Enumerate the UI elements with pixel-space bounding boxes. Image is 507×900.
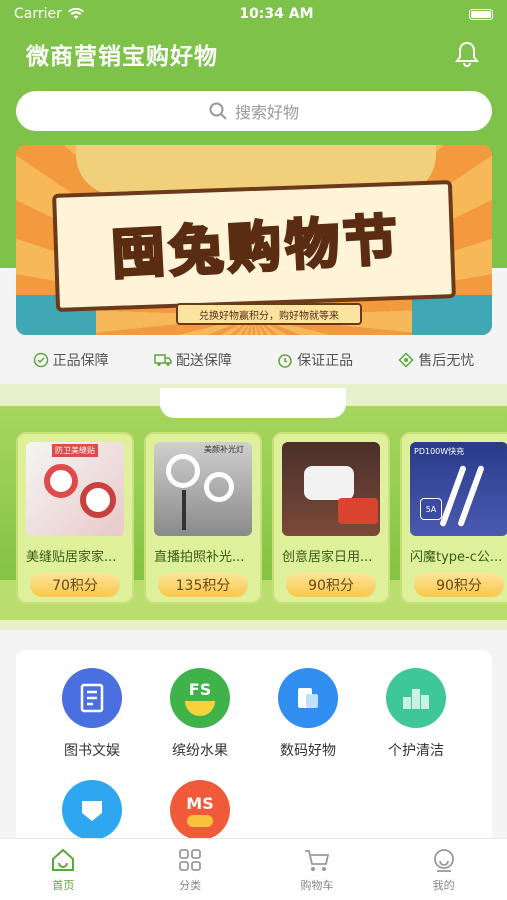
- product-name: 美缝贴居家家...: [26, 550, 117, 565]
- book-icon: [62, 668, 122, 728]
- truck-icon: [154, 354, 172, 366]
- battery-icon: [468, 8, 493, 20]
- banner-subtitle: 兑换好物赢积分，购好物就等来: [176, 303, 362, 325]
- product-name: 直播拍照补光...: [154, 550, 245, 565]
- status-time: 10:34 AM: [239, 6, 314, 22]
- status-bar: Carrier 10:34 AM: [0, 0, 507, 28]
- guarantee-label: 正品保障: [52, 353, 109, 369]
- promo-banner[interactable]: 囤兔购物节 兑换好物赢积分，购好物就等来: [16, 145, 492, 335]
- product-price[interactable]: 90积分: [286, 573, 376, 597]
- product-image: PD100W快充 5A: [410, 442, 507, 536]
- tab-profile[interactable]: 我的: [380, 839, 507, 900]
- shield-icon: [33, 352, 48, 368]
- wifi-icon: [67, 8, 84, 19]
- container-icon: [304, 466, 354, 500]
- tab-home[interactable]: 首页: [0, 839, 127, 900]
- search-input[interactable]: 搜索好物: [16, 91, 492, 131]
- care-icon: [386, 668, 446, 728]
- product-image: [282, 442, 380, 536]
- bottom-tab-bar: 首页 分类 购物车 我的: [0, 838, 507, 900]
- category-fruit[interactable]: FS 缤纷水果: [150, 668, 250, 760]
- fruit-icon: FS: [170, 668, 230, 728]
- service-icon: [398, 352, 414, 368]
- category-label: 数码好物: [280, 743, 336, 759]
- category-label: 图书文娱: [64, 743, 120, 759]
- product-price[interactable]: 90积分: [414, 573, 504, 597]
- status-left: Carrier: [14, 6, 84, 22]
- 5a-badge-icon: 5A: [420, 498, 442, 520]
- promo-notch: [160, 388, 346, 418]
- product-tag: PD100W快充: [414, 447, 465, 456]
- bell-icon[interactable]: [453, 40, 481, 68]
- carrier-label: Carrier: [14, 6, 62, 22]
- device-icon: [278, 668, 338, 728]
- ms-icon: MS: [170, 780, 230, 840]
- category-personal-care[interactable]: 个护清洁: [366, 668, 466, 760]
- ms-decoration: [187, 814, 213, 827]
- product-card[interactable]: 创意居家日用... 90积分: [272, 432, 390, 604]
- ring-light-icon: [204, 472, 234, 502]
- stand-icon: [182, 490, 186, 530]
- product-tag: 美颜补光灯: [204, 445, 244, 454]
- clock-icon: [278, 354, 292, 368]
- promo-section: 防卫美缝贴 美缝贴居家家... 70积分 美颜补光灯 直播拍照补光... 135…: [0, 384, 507, 630]
- product-name: 创意居家日用...: [282, 550, 373, 565]
- search-icon: [209, 102, 227, 120]
- ms-icon-text: MS: [186, 793, 214, 813]
- product-image: 防卫美缝贴: [26, 442, 124, 536]
- chat-icon: [62, 780, 122, 840]
- guarantee-label: 保证正品: [297, 353, 354, 369]
- app-title: 微商营销宝购好物: [26, 44, 218, 70]
- product-card[interactable]: PD100W快充 5A 闪魔type-c公... 90积分: [400, 432, 507, 604]
- cart-icon: [304, 849, 329, 871]
- category-grid: 图书文娱 FS 缤纷水果 数码好物 个护清洁 MS: [16, 650, 492, 850]
- food-icon: [338, 498, 378, 524]
- lemon-icon: [185, 701, 215, 716]
- guarantee-label: 售后无忧: [418, 353, 475, 369]
- product-image: 美颜补光灯: [154, 442, 252, 536]
- tab-label: 购物车: [300, 878, 334, 892]
- tab-label: 分类: [179, 878, 202, 892]
- banner-decoration-right: [412, 295, 492, 335]
- guarantee-label: 配送保障: [175, 353, 232, 369]
- category-label: 个护清洁: [388, 743, 444, 759]
- tab-category[interactable]: 分类: [127, 839, 254, 900]
- product-card[interactable]: 防卫美缝贴 美缝贴居家家... 70积分: [16, 432, 134, 604]
- guarantee-row: 正品保障 配送保障 保证正品 售后无忧: [0, 342, 507, 378]
- tab-label: 首页: [52, 878, 75, 892]
- grid-icon: [179, 848, 202, 871]
- category-digital[interactable]: 数码好物: [258, 668, 358, 760]
- product-price[interactable]: 135积分: [158, 573, 248, 597]
- fruit-icon-text: FS: [188, 680, 212, 699]
- guarantee-item: 售后无忧: [398, 350, 474, 370]
- home-icon: [52, 848, 75, 871]
- profile-icon: [433, 848, 454, 872]
- tape-roll-icon: [80, 482, 116, 518]
- guarantee-item: 保证正品: [277, 350, 353, 370]
- product-price[interactable]: 70积分: [30, 573, 120, 597]
- search-placeholder: 搜索好物: [234, 103, 299, 122]
- app-header: 微商营销宝购好物: [0, 32, 507, 76]
- product-card[interactable]: 美颜补光灯 直播拍照补光... 135积分: [144, 432, 262, 604]
- tape-roll-icon: [44, 464, 78, 498]
- guarantee-item: 配送保障: [154, 350, 232, 370]
- category-books[interactable]: 图书文娱: [42, 668, 142, 760]
- tab-label: 我的: [432, 878, 455, 892]
- product-name: 闪魔type-c公...: [410, 550, 503, 565]
- category-label: 缤纷水果: [172, 743, 228, 759]
- guarantee-item: 正品保障: [33, 350, 109, 370]
- ring-light-icon: [166, 454, 200, 488]
- tab-cart[interactable]: 购物车: [254, 839, 381, 900]
- product-tag: 防卫美缝贴: [52, 444, 98, 457]
